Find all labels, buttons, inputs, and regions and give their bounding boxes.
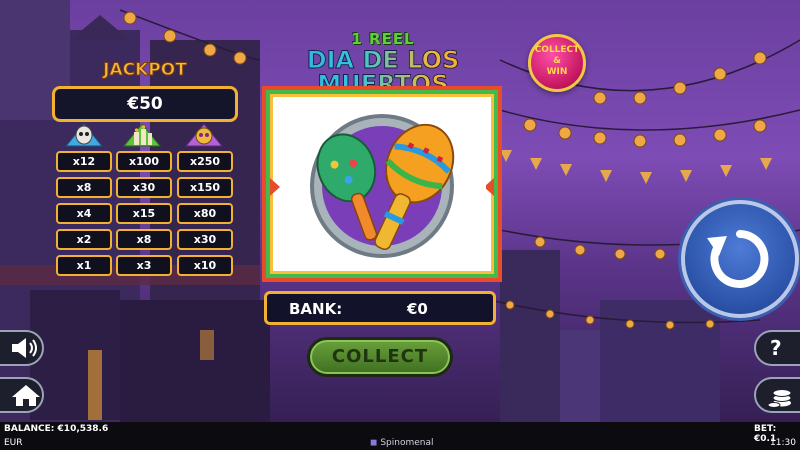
home-button[interactable] — [0, 377, 44, 413]
currency-text: EUR — [4, 438, 23, 448]
coins-icon — [767, 389, 792, 408]
jackpot-cell: x250 — [177, 151, 233, 172]
help-button[interactable]: ? — [754, 330, 800, 366]
badge-line-2: & — [553, 56, 561, 66]
jackpot-cell: x80 — [177, 203, 233, 224]
provider-icon: ◼ — [370, 438, 381, 448]
reel-window — [280, 102, 486, 266]
jackpot-cell: x2 — [56, 229, 112, 250]
jackpot-cell: x8 — [116, 229, 172, 250]
jackpot-label: JACKPOT — [103, 60, 188, 81]
provider-logo: ◼ Spinomenal — [370, 438, 434, 448]
bet-button[interactable] — [754, 377, 800, 413]
jackpot-cell: x150 — [177, 177, 233, 198]
provider-name: Spinomenal — [380, 438, 434, 448]
bank-label: BANK: — [289, 300, 343, 318]
badge-line-3: WIN — [546, 67, 568, 77]
balance-text: BALANCE: €10,538.6 — [4, 424, 109, 434]
skull-icon — [64, 120, 104, 148]
collect-and-win-badge: COLLECT & WIN — [528, 34, 586, 92]
jackpot-cell: x30 — [116, 177, 172, 198]
clock-text: 11:30 — [770, 438, 796, 448]
candles-icon — [122, 120, 162, 148]
jackpot-cell: x1 — [56, 255, 112, 276]
jackpot-cell: x8 — [56, 177, 112, 198]
bank-value: €0 — [407, 300, 428, 318]
jackpot-cell: x30 — [177, 229, 233, 250]
maracas-icon — [310, 114, 455, 258]
badge-line-1: COLLECT — [534, 45, 580, 55]
collect-button[interactable]: COLLECT — [307, 337, 453, 377]
home-icon — [12, 385, 40, 406]
jackpot-cell: x15 — [116, 203, 172, 224]
jackpot-cell: x12 — [56, 151, 112, 172]
jackpot-value: €50 — [52, 86, 238, 122]
game-scene: 1 REEL DIA DE LOS MUERTOS COLLECT & WIN … — [0, 0, 800, 450]
status-bar: BALANCE: €10,538.6 EUR ◼ Spinomenal BET:… — [0, 422, 800, 450]
jackpot-cell: x100 — [116, 151, 172, 172]
sound-button[interactable] — [0, 330, 44, 366]
spin-button[interactable] — [681, 200, 799, 318]
help-icon: ? — [770, 336, 782, 360]
jackpot-cell: x10 — [177, 255, 233, 276]
bank-display: BANK: €0 — [264, 291, 496, 325]
refresh-icon — [707, 230, 769, 288]
jackpot-cell: x3 — [116, 255, 172, 276]
flower-skull-icon — [184, 120, 224, 148]
reel-frame — [262, 86, 502, 282]
reel-arrow-left — [270, 178, 280, 196]
speaker-icon — [12, 338, 37, 358]
jackpot-cell: x4 — [56, 203, 112, 224]
